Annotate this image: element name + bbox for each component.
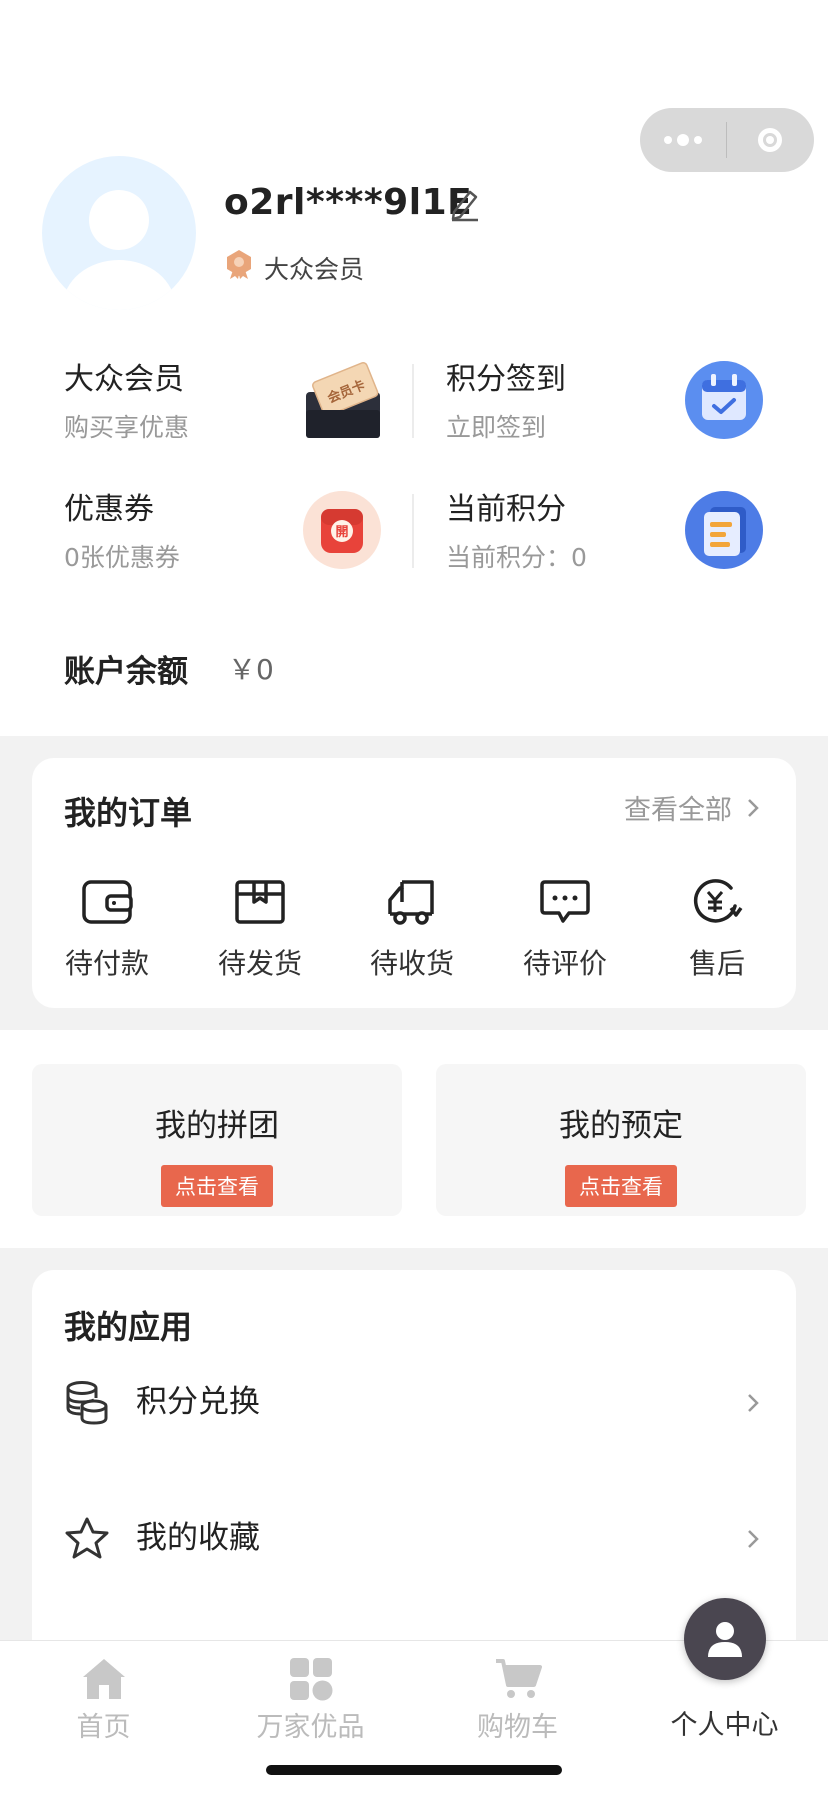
booking-card[interactable]: 我的预定 点击查看 [436, 1064, 806, 1216]
order-after-sales[interactable]: 售后 [642, 878, 792, 982]
more-button[interactable] [640, 108, 726, 172]
comment-icon [540, 880, 590, 923]
app-item-favorites[interactable]: 我的收藏 [32, 1494, 796, 1584]
booking-title: 我的预定 [559, 1108, 683, 1144]
coupon-icon: 開 [302, 490, 382, 570]
coupons-subtitle: 0张优惠券 [64, 543, 180, 572]
view-all-label: 查看全部 [624, 795, 732, 826]
package-icon [235, 880, 285, 924]
avatar[interactable] [42, 156, 196, 310]
checkin-subtitle: 立即签到 [446, 413, 547, 442]
tab-products[interactable]: 万家优品 [207, 1657, 414, 1744]
balance-label: 账户余额 [64, 654, 188, 690]
member-level: 大众会员 [264, 255, 365, 284]
order-item-label: 待收货 [369, 947, 454, 980]
wallet-icon [82, 880, 133, 924]
tab-label: 首页 [76, 1712, 131, 1743]
points-doc-icon [684, 490, 764, 570]
order-item-label: 待评价 [522, 947, 607, 980]
app-item-label: 我的收藏 [136, 1520, 260, 1556]
grid-icon [289, 1658, 332, 1701]
tab-home[interactable]: 首页 [0, 1657, 207, 1744]
home-icon [82, 1659, 125, 1699]
group-buy-title: 我的拼团 [155, 1108, 279, 1144]
group-buy-view-button[interactable]: 点击查看 [161, 1165, 273, 1207]
cart-icon [495, 1659, 542, 1698]
order-to-review[interactable]: 待评价 [490, 878, 640, 982]
app-item-label: 积分兑换 [136, 1384, 260, 1420]
orders-card: 我的订单 查看全部 待付款 待发货 待收货 待评价 售后 [32, 758, 796, 1008]
membership-title: 大众会员 [64, 362, 184, 397]
refund-icon [693, 879, 743, 923]
member-badge-icon [224, 248, 254, 280]
calendar-icon [684, 360, 764, 440]
coupons-title: 优惠券 [64, 492, 154, 527]
tab-label: 个人中心 [670, 1710, 779, 1741]
group-buy-card[interactable]: 我的拼团 点击查看 [32, 1064, 402, 1216]
tab-label: 万家优品 [256, 1712, 365, 1743]
order-to-receive[interactable]: 待收货 [337, 878, 487, 982]
order-item-label: 待发货 [217, 947, 302, 980]
divider [412, 364, 414, 438]
app-item-points-exchange[interactable]: 积分兑换 [32, 1358, 796, 1448]
points-subtitle: 当前积分：0 [446, 543, 587, 572]
membership-subtitle: 购买享优惠 [64, 413, 190, 442]
chevron-right-icon [748, 1530, 759, 1548]
profile-tab-fab[interactable] [684, 1598, 766, 1680]
tab-label: 购物车 [477, 1712, 558, 1743]
user-icon [708, 1622, 742, 1657]
chevron-right-icon [748, 798, 759, 817]
order-item-label: 待付款 [64, 947, 149, 980]
order-pending-payment[interactable]: 待付款 [32, 878, 182, 982]
orders-title: 我的订单 [64, 794, 193, 832]
close-miniprogram-button[interactable] [727, 108, 813, 172]
order-to-ship[interactable]: 待发货 [185, 878, 335, 982]
more-dots-icon [664, 134, 702, 146]
checkin-title: 积分签到 [446, 362, 566, 397]
balance-value: ￥0 [228, 653, 274, 686]
tab-profile[interactable]: 个人中心 [621, 1703, 828, 1742]
edit-icon[interactable] [448, 186, 480, 222]
booking-view-button[interactable]: 点击查看 [565, 1165, 677, 1207]
home-indicator [266, 1765, 562, 1775]
tab-cart[interactable]: 购物车 [414, 1657, 621, 1744]
miniprogram-capsule [640, 108, 814, 172]
coupon-badge-text: 開 [335, 525, 348, 540]
view-all-orders-link[interactable]: 查看全部 [624, 788, 760, 827]
divider [412, 494, 414, 568]
chevron-right-icon [748, 1394, 759, 1412]
member-card-icon: 会员卡 [304, 358, 382, 440]
truck-icon [388, 880, 434, 925]
apps-card: 我的应用 [32, 1270, 796, 1690]
apps-title: 我的应用 [64, 1308, 193, 1346]
points-title: 当前积分 [446, 492, 566, 527]
target-icon [758, 128, 782, 152]
order-item-label: 售后 [688, 947, 745, 980]
coins-icon [66, 1381, 108, 1425]
username: o2rl****9l1E [224, 182, 473, 223]
star-icon [65, 1517, 109, 1559]
